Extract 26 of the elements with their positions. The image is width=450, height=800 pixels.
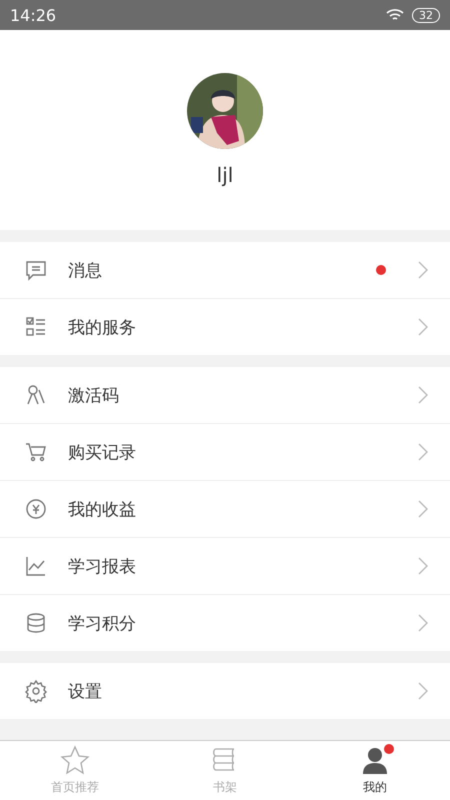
- menu-item[interactable]: 学习报表: [0, 537, 450, 594]
- chevron-right-icon: [418, 682, 428, 700]
- menu-item[interactable]: 激活码: [0, 367, 450, 423]
- tab[interactable]: 我的: [300, 741, 450, 800]
- settings-icon: [24, 679, 48, 703]
- chevron-right-icon: [418, 261, 428, 279]
- status-time: 14:26: [10, 6, 56, 24]
- chevron-right-icon: [418, 443, 428, 461]
- chevron-right-icon: [418, 318, 428, 336]
- username: ljl: [216, 163, 234, 187]
- chevron-right-icon: [418, 557, 428, 575]
- menu-item[interactable]: 我的收益: [0, 480, 450, 537]
- menu-item[interactable]: 学习积分: [0, 594, 450, 651]
- line-chart-icon: [24, 554, 48, 578]
- menu-item[interactable]: 消息: [0, 242, 450, 298]
- person-icon: [360, 745, 390, 775]
- wifi-icon: [386, 8, 404, 22]
- menu-item[interactable]: 我的服务: [0, 298, 450, 355]
- chevron-right-icon: [418, 386, 428, 404]
- chevron-right-icon: [418, 500, 428, 518]
- battery-level: 32: [412, 8, 440, 22]
- chevron-right-icon: [418, 614, 428, 632]
- yen-coin-icon: [24, 497, 48, 521]
- star-icon: [60, 745, 90, 775]
- menu-item[interactable]: 购买记录: [0, 423, 450, 480]
- menu-item[interactable]: 设置: [0, 663, 450, 719]
